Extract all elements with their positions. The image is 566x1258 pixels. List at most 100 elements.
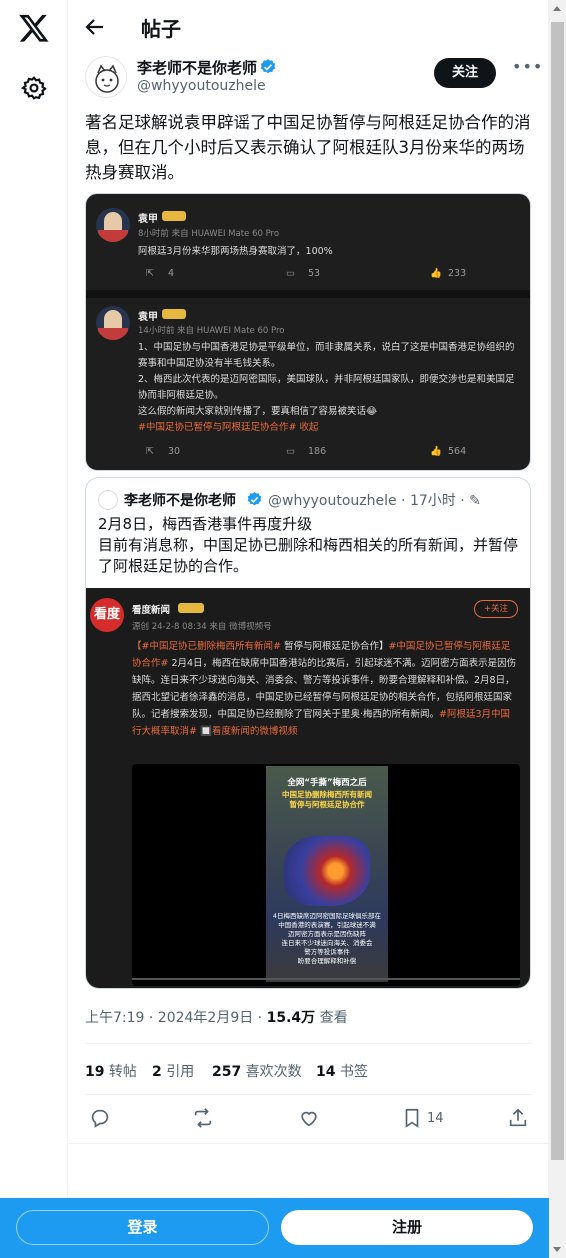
page-title: 帖子 xyxy=(141,17,181,41)
views-label: 查看 xyxy=(315,1010,348,1026)
quoted-author-handle: @whyyoutouzhele · 17小时 · ✎ xyxy=(268,493,481,509)
engagement-stats: 19 转帖 2 引用 257 喜欢次数 14 书签 xyxy=(85,1061,532,1081)
timestamp-text[interactable]: 上午7:19 · 2024年2月9日 · xyxy=(85,1010,267,1026)
settings-gear-icon[interactable] xyxy=(21,75,47,101)
video-caption-body: 4日梅西缺席迈阿密国际足球俱乐部在中国香港的表演赛，引起球迷不满 迈阿密方面表示… xyxy=(272,912,382,965)
bookmarks-stat[interactable]: 14 书签 xyxy=(316,1061,368,1081)
verified-badge-icon xyxy=(260,59,276,74)
like-heart-icon[interactable] xyxy=(298,1107,320,1129)
divider xyxy=(85,1094,532,1095)
weibo-post-stats: ⇱ 4 ▭ 53 👍 233 xyxy=(138,268,516,282)
hashtag-1: 【#中国足协已删除梅西所有新闻# xyxy=(132,641,281,652)
quoted-author-name: 李老师不是你老师 xyxy=(124,493,236,509)
author-avatar[interactable] xyxy=(85,56,127,98)
video-caption-title: 全网“手撕”梅西之后 xyxy=(287,778,367,788)
left-rail xyxy=(0,0,68,1258)
weibo-post-1: 袁甲 8小时前 来自 HUAWEI Mate 60 Pro 阿根廷3月份来华那两… xyxy=(86,194,530,290)
likes-stat[interactable]: 257 喜欢次数 xyxy=(212,1061,302,1081)
comment-count: 186 xyxy=(308,446,327,457)
video-frame: 全网“手撕”梅西之后 中国足协删除梅西所有新闻 暂停与阿根廷足协合作 4日梅西缺… xyxy=(266,766,388,982)
scrollbar-thumb[interactable] xyxy=(551,22,564,1160)
video-link: 🔲看度新闻的微博视频 xyxy=(200,726,298,737)
signup-button[interactable]: 注册 xyxy=(281,1210,533,1245)
repost-icon: ⇱ xyxy=(146,268,154,279)
post-divider xyxy=(86,290,530,298)
comment-count: 53 xyxy=(308,268,321,279)
weibo-paragraph-2: 2、梅西此次代表的是迈阿密国际，美国球队，并非阿根廷国家队，即便交涉也是和美国足… xyxy=(138,374,515,401)
weibo-vip-badge xyxy=(178,603,204,613)
repost-icon: ⇱ xyxy=(146,446,154,457)
weibo-post-2: 袁甲 14小时前 来自 HUAWEI Mate 60 Pro 1、中国足协与中国… xyxy=(86,298,530,470)
weibo-hashtag: #中国足协已暂停与阿根廷足协合作# xyxy=(138,422,297,433)
kandu-news-name: 看度新闻 xyxy=(132,605,171,616)
verified-badge-icon xyxy=(247,492,262,506)
follow-button[interactable]: 关注 xyxy=(434,58,496,88)
like-count: 233 xyxy=(448,268,467,279)
weibo-paragraph-3: 这么假的新闻大家就别传播了，要真相信了容易被笑话😂 xyxy=(138,406,378,417)
author-name[interactable]: 李老师不是你老师 xyxy=(137,57,257,78)
top-bar: 帖子 xyxy=(69,0,548,54)
quoted-tweet[interactable]: 李老师不是你老师 @whyyoutouzhele · 17小时 · ✎ 2月8日… xyxy=(85,477,531,989)
bottom-login-bar: 登录 注册 xyxy=(0,1198,549,1258)
bookmark-icon[interactable] xyxy=(401,1107,423,1129)
author-row: 李老师不是你老师 @whyyoutouzhele 关注 ••• xyxy=(85,54,542,104)
weibo-avatar xyxy=(96,306,130,340)
quoted-tweet-text: 2月8日，梅西香港事件再度升级 目前有消息称，中国足协已删除和梅西相关的所有新闻… xyxy=(98,514,518,577)
scroll-down-arrow-icon[interactable] xyxy=(553,1247,561,1252)
weibo-user-name: 袁甲 xyxy=(138,312,158,323)
like-icon: 👍 xyxy=(430,268,442,279)
collapse-link: 收起 xyxy=(296,422,319,433)
weibo-post-body: 1、中国足协与中国香港足协是平级单位，而非隶属关系，说白了这是中国香港足协组织的… xyxy=(138,340,516,436)
post-column: 帖子 李老师不是你老师 @whyyoutouzhele 关注 ••• 著名足球解… xyxy=(69,0,549,1258)
weibo-post-meta: 14小时前 来自 HUAWEI Mate 60 Pro xyxy=(138,326,285,336)
weibo-paragraph-1: 1、中国足协与中国香港足协是平级单位，而非隶属关系，说白了这是中国香港足协组织的… xyxy=(138,342,515,369)
author-handle[interactable]: @whyyoutouzhele xyxy=(137,78,266,94)
weibo-post-stats: ⇱ 30 ▭ 186 👍 564 xyxy=(138,446,516,460)
kandu-news-avatar: 看度 xyxy=(90,598,124,632)
comment-icon: ▭ xyxy=(286,446,295,457)
comment-icon: ▭ xyxy=(286,268,295,279)
body-text-1: 暂停与阿根廷足协合作】 xyxy=(280,641,389,652)
bookmark-count: 14 xyxy=(427,1111,444,1126)
retweets-stat[interactable]: 19 转帖 xyxy=(85,1061,137,1081)
weibo-vip-badge xyxy=(162,211,186,221)
tweet-text: 著名足球解说袁甲辟谣了中国足协暂停与阿根廷足协合作的消息，但在几个小时后又表示确… xyxy=(85,113,531,182)
weibo-vip-badge xyxy=(162,309,186,319)
divider xyxy=(85,1043,532,1044)
back-arrow-icon[interactable] xyxy=(83,15,107,39)
video-caption-subtitle: 中国足协删除梅西所有新闻 暂停与阿根廷足协合作 xyxy=(282,790,372,809)
quoted-author-avatar xyxy=(98,490,118,510)
weibo-user-name: 袁甲 xyxy=(138,214,158,225)
kandu-news-body: 【#中国足协已删除梅西所有新闻# 暂停与阿根廷足协合作】#中国足协已暂停与阿根廷… xyxy=(132,638,518,740)
attached-image[interactable]: 袁甲 8小时前 来自 HUAWEI Mate 60 Pro 阿根廷3月份来华那两… xyxy=(85,193,531,471)
video-jersey-image xyxy=(284,836,370,906)
reply-icon[interactable] xyxy=(89,1107,111,1129)
more-options-icon[interactable]: ••• xyxy=(512,59,542,80)
like-icon: 👍 xyxy=(430,446,442,457)
weibo-post-body: 阿根廷3月份来华那两场热身赛取消了，100% xyxy=(138,246,333,257)
tweet-timestamp: 上午7:19 · 2024年2月9日 · 15.4万 查看 xyxy=(85,1007,348,1027)
weibo-follow-button: +关注 xyxy=(474,600,518,618)
repost-count: 30 xyxy=(168,446,181,457)
quoted-line-2: 目前有消息称，中国足协已删除和梅西相关的所有新闻，并暂停了阿根廷足协的合作。 xyxy=(98,536,519,575)
like-count: 564 xyxy=(448,446,467,457)
page-scrollbar[interactable] xyxy=(549,0,566,1258)
views-count: 15.4万 xyxy=(266,1010,316,1026)
login-button[interactable]: 登录 xyxy=(16,1210,269,1245)
action-bar: 14 xyxy=(85,1107,532,1135)
video-progress-bar xyxy=(132,978,520,980)
share-icon[interactable] xyxy=(507,1107,529,1129)
weibo-post-meta: 8小时前 来自 HUAWEI Mate 60 Pro xyxy=(138,229,280,239)
weibo-avatar xyxy=(96,208,130,242)
video-player: 全网“手撕”梅西之后 中国足协删除梅西所有新闻 暂停与阿根廷足协合作 4日梅西缺… xyxy=(132,764,520,986)
quoted-media[interactable]: 看度 看度新闻 源创 24-2-8 08:34 来自 微博视频号 +关注 【#中… xyxy=(86,588,530,988)
scroll-up-arrow-icon[interactable] xyxy=(553,6,561,11)
kandu-news-meta: 源创 24-2-8 08:34 来自 微博视频号 xyxy=(132,622,272,632)
quoted-tweet-header: 李老师不是你老师 @whyyoutouzhele · 17小时 · ✎ xyxy=(98,490,518,510)
divider xyxy=(69,1143,548,1144)
quotes-stat[interactable]: 2 引用 xyxy=(152,1061,194,1081)
repost-count: 4 xyxy=(168,268,175,279)
x-logo-icon[interactable] xyxy=(18,12,50,44)
retweet-icon[interactable] xyxy=(192,1107,214,1129)
quoted-line-1: 2月8日，梅西香港事件再度升级 xyxy=(98,515,313,533)
